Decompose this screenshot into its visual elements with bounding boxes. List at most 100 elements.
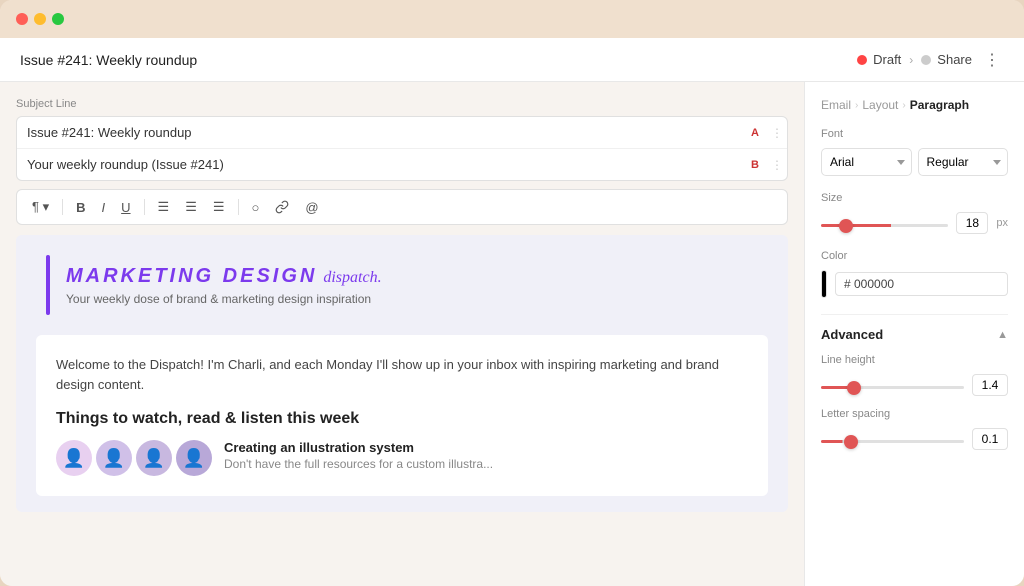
bold-button[interactable]: B [71,197,90,218]
badge-a: A [751,127,759,139]
line-height-section: Line height [821,354,1008,396]
chevron-up-icon: ▲ [997,329,1008,341]
subject-input-a[interactable] [17,117,767,148]
logo-bar [46,255,50,315]
share-button[interactable]: Share [921,52,972,67]
toolbar-separator-2 [144,199,145,215]
color-value-input[interactable] [835,272,1008,296]
size-section: Size px [821,192,1008,234]
right-panel: Email › Layout › Paragraph Font Arial Ge… [804,82,1024,586]
mention-icon: @ [305,200,318,215]
logo-text: MARKETING DESIGN dispatch. Your weekly d… [66,265,382,306]
letter-spacing-label: Letter spacing [821,408,1008,420]
advanced-header[interactable]: Advanced ▲ [821,327,1008,342]
email-header: MARKETING DESIGN dispatch. Your weekly d… [16,235,788,335]
email-body: Welcome to the Dispatch! I'm Charli, and… [36,335,768,496]
bold-icon: B [76,200,85,215]
subject-input-b[interactable] [17,149,767,180]
color-section: Color [821,250,1008,298]
email-article: 👤 👤 👤 👤 Creating an illustration system … [56,440,748,476]
badge-b: B [751,159,759,171]
size-value-input[interactable] [956,212,988,234]
circle-icon: ○ [252,200,260,215]
color-label: Color [821,250,1008,262]
article-img-2: 👤 [96,440,132,476]
font-label: Font [821,128,1008,140]
header-actions: Draft › Share ⋮ [857,50,1004,70]
article-images: 👤 👤 👤 👤 [56,440,212,476]
breadcrumb: Email › Layout › Paragraph [821,98,1008,112]
handle-a: ⋮ [767,126,787,140]
align-right-button[interactable]: ☰ [208,196,230,218]
breadcrumb-sep-2: › [902,100,905,111]
handle-b: ⋮ [767,158,787,172]
color-swatch[interactable] [821,270,827,298]
breadcrumb-layout[interactable]: Layout [862,98,898,112]
align-center-icon: ☰ [185,199,197,215]
letter-spacing-row [821,428,1008,450]
font-style-select[interactable]: Regular Bold Italic [918,148,1009,176]
more-button[interactable]: ⋮ [980,50,1004,70]
mention-button[interactable]: @ [300,197,323,218]
size-slider[interactable] [821,224,948,227]
subject-row-a: A ⋮ [17,117,787,149]
subject-line-label: Subject Line [16,98,788,110]
subject-row-b: B ⋮ [17,149,787,180]
minimize-button[interactable] [34,13,46,25]
align-center-button[interactable]: ☰ [180,196,202,218]
article-img-3: 👤 [136,440,172,476]
editor-toolbar: ¶ ▾ B I U ☰ ☰ ☰ ○ @ [16,189,788,225]
letter-spacing-section: Letter spacing [821,408,1008,450]
article-title: Creating an illustration system [224,440,493,455]
article-img-1: 👤 [56,440,92,476]
article-desc: Don't have the full resources for a cust… [224,457,493,471]
align-left-button[interactable]: ☰ [153,196,175,218]
size-unit: px [996,217,1008,229]
maximize-button[interactable] [52,13,64,25]
email-preview: MARKETING DESIGN dispatch. Your weekly d… [16,235,788,512]
draft-status: Draft [857,52,901,67]
email-section-title: Things to watch, read & listen this week [56,410,748,428]
circle-button[interactable]: ○ [247,197,265,218]
advanced-section: Advanced ▲ Line height Letter spacing [821,327,1008,450]
logo-script: dispatch. [323,269,381,287]
font-row: Arial Georgia Helvetica Regular Bold Ita… [821,148,1008,176]
line-height-row [821,374,1008,396]
paragraph-button[interactable]: ¶ ▾ [27,196,54,218]
chevron-right-icon: › [909,53,913,67]
font-section: Font Arial Georgia Helvetica Regular Bol… [821,128,1008,176]
toolbar-separator-3 [238,199,239,215]
italic-icon: I [102,200,106,215]
size-label: Size [821,192,1008,204]
article-text: Creating an illustration system Don't ha… [224,440,493,471]
page-title: Issue #241: Weekly roundup [20,52,197,68]
align-right-icon: ☰ [213,199,225,215]
font-family-select[interactable]: Arial Georgia Helvetica [821,148,912,176]
close-button[interactable] [16,13,28,25]
logo-main: MARKETING DESIGN [66,265,317,288]
paragraph-icon: ¶ ▾ [32,199,49,215]
app-header: Issue #241: Weekly roundup Draft › Share… [0,38,1024,82]
link-icon [275,200,289,214]
line-height-slider[interactable] [821,386,964,389]
app-window: Issue #241: Weekly roundup Draft › Share… [0,0,1024,586]
letter-spacing-slider[interactable] [821,440,964,443]
draft-label: Draft [873,52,901,67]
divider [821,314,1008,315]
editor-panel: Subject Line A ⋮ B ⋮ ¶ ▾ B [0,82,804,586]
underline-button[interactable]: U [116,197,135,218]
line-height-value-input[interactable] [972,374,1008,396]
color-row [821,270,1008,298]
share-dot-icon [921,55,931,65]
breadcrumb-email[interactable]: Email [821,98,851,112]
subject-inputs: A ⋮ B ⋮ [16,116,788,181]
letter-spacing-value-input[interactable] [972,428,1008,450]
advanced-label: Advanced [821,327,883,342]
line-height-slider-wrap [821,376,964,394]
italic-button[interactable]: I [97,197,111,218]
size-row: px [821,212,1008,234]
email-tagline: Your weekly dose of brand & marketing de… [66,292,382,306]
link-button[interactable] [270,197,294,217]
toolbar-separator-1 [62,199,63,215]
traffic-lights [16,13,64,25]
